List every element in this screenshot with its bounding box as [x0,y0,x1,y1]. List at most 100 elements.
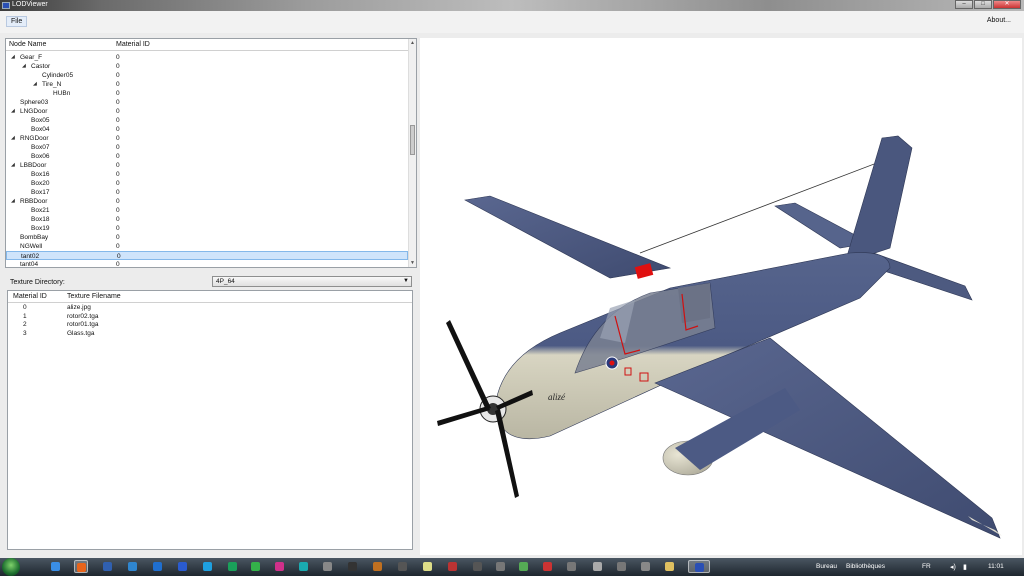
tree-row[interactable]: Box20 0 [6,179,408,188]
app-icon[interactable] [638,560,652,573]
tree-row[interactable]: NGWell 0 [6,242,408,251]
column-material-id[interactable]: Material ID [116,41,150,48]
tree-row[interactable]: ◢ Tire_N 0 [6,80,408,89]
node-name: Gear_F [20,54,43,61]
expand-toggle-icon[interactable]: ◢ [11,198,15,204]
tree-row[interactable]: Cylinder05 0 [6,71,408,80]
tree-row[interactable]: ◢ RBBDoor 0 [6,197,408,206]
download-icon[interactable] [125,560,139,573]
node-name: LNGDoor [20,108,48,115]
expand-toggle-icon[interactable]: ◢ [11,135,15,141]
close-button[interactable]: ✕ [993,0,1021,9]
tree-row[interactable]: Box05 0 [6,116,408,125]
app-icon[interactable] [345,560,359,573]
app-icon[interactable] [248,560,262,573]
column-texture-filename[interactable]: Texture Filename [67,293,121,300]
tree-row[interactable]: Box07 0 [6,143,408,152]
taskbar-icon-glyph [298,562,308,571]
app-icon[interactable] [320,560,334,573]
app-icon[interactable] [590,560,604,573]
minimize-button[interactable]: – [955,0,973,9]
node-tree[interactable]: Node Name Material ID ◢ Gear_F 0 ◢ Castor 0 Cy… [5,38,417,268]
column-node-name[interactable]: Node Name [9,41,46,48]
expand-toggle-icon[interactable]: ◢ [11,108,15,114]
bureau-toolbar[interactable]: Bureau [816,563,837,570]
vertical-fin [844,135,913,264]
explorer-icon[interactable] [48,560,62,573]
expand-toggle-icon[interactable]: ◢ [33,81,37,87]
node-name: LBBDoor [20,162,47,169]
expand-toggle-icon[interactable]: ◢ [11,162,15,168]
tree-row[interactable]: Box16 0 [6,170,408,179]
tree-row[interactable]: Box19 0 [6,224,408,233]
expand-toggle-icon[interactable]: ◢ [11,54,15,60]
app-icon[interactable] [296,560,310,573]
node-material-id: 0 [116,72,120,79]
scroll-down-icon[interactable]: ▼ [410,260,415,266]
tree-row[interactable]: ◢ Gear_F 0 [6,53,408,62]
maximize-button[interactable]: □ [974,0,992,9]
app-icon[interactable] [225,560,239,573]
app-icon[interactable] [445,560,459,573]
tree-header: Node Name Material ID [6,39,411,51]
scroll-up-icon[interactable]: ▲ [410,40,415,46]
expand-toggle-icon[interactable]: ◢ [22,63,26,69]
firefox-icon[interactable] [74,560,88,573]
app-icon[interactable] [100,560,114,573]
app-icon[interactable] [272,560,286,573]
app-icon[interactable] [516,560,530,573]
roundel-center [609,360,615,366]
app-icon[interactable] [564,560,578,573]
tree-row[interactable]: Box18 0 [6,215,408,224]
tree-row[interactable]: ◢ Castor 0 [6,62,408,71]
column-material-id[interactable]: Material ID [13,293,47,300]
tree-row[interactable]: tant02 0 [6,251,408,260]
taskbar-icon-glyph [250,562,260,571]
texture-directory-select[interactable]: 4P_64 ▼ [212,276,412,287]
tree-row[interactable]: Box04 0 [6,125,408,134]
skype-icon[interactable] [200,560,214,573]
tree-row[interactable]: Box06 0 [6,152,408,161]
tree-scrollbar[interactable]: ▲ ▼ [408,39,416,267]
tree-row[interactable]: Sphere03 0 [6,98,408,107]
node-name: BombBay [20,234,49,241]
app-icon[interactable] [370,560,384,573]
app-icon[interactable] [493,560,507,573]
tree-row[interactable]: ◢ LNGDoor 0 [6,107,408,116]
network-icon[interactable]: ▮ [963,563,967,571]
menu-about[interactable]: About... [987,17,1011,24]
tree-row[interactable]: BombBay 0 [6,233,408,242]
node-material-id: 0 [116,198,120,205]
app-icon[interactable] [395,560,409,573]
taskbar-icon-glyph [566,562,576,571]
scroll-thumb[interactable] [410,125,415,155]
app-icon[interactable] [175,560,189,573]
node-name: tant02 [21,253,40,260]
tree-row[interactable]: ◢ LBBDoor 0 [6,161,408,170]
texture-list[interactable]: Material ID Texture Filename 0 alize.jpg 1… [7,290,413,550]
model-viewport[interactable]: alizé [420,38,1022,555]
language-indicator[interactable]: FR [922,563,931,570]
app-icon[interactable] [614,560,628,573]
volume-icon[interactable]: ◂) [950,563,956,571]
taskbar-icon-glyph [50,562,60,571]
node-material-id: 0 [116,216,120,223]
tree-row[interactable]: ◢ RNGDoor 0 [6,134,408,143]
aircraft-model: alizé [437,135,1002,539]
folder-icon[interactable] [662,560,676,573]
clock[interactable]: 11:01 [988,563,1004,570]
tree-row[interactable]: Box17 0 [6,188,408,197]
app-icon[interactable] [470,560,484,573]
edge-icon[interactable] [150,560,164,573]
lodviewer-icon[interactable] [688,560,710,573]
app-icon[interactable] [420,560,434,573]
tree-row[interactable]: HUBn 0 [6,89,408,98]
node-material-id: 0 [116,234,120,241]
libraries-toolbar[interactable]: Bibliothèques [846,563,885,570]
tree-row[interactable]: Box21 0 [6,206,408,215]
tree-row[interactable]: tant04 0 [6,260,408,267]
texture-row[interactable]: 3 Glass.tga [8,330,408,339]
start-button[interactable] [2,558,20,576]
menu-file[interactable]: File [6,16,28,27]
app-icon[interactable] [540,560,554,573]
